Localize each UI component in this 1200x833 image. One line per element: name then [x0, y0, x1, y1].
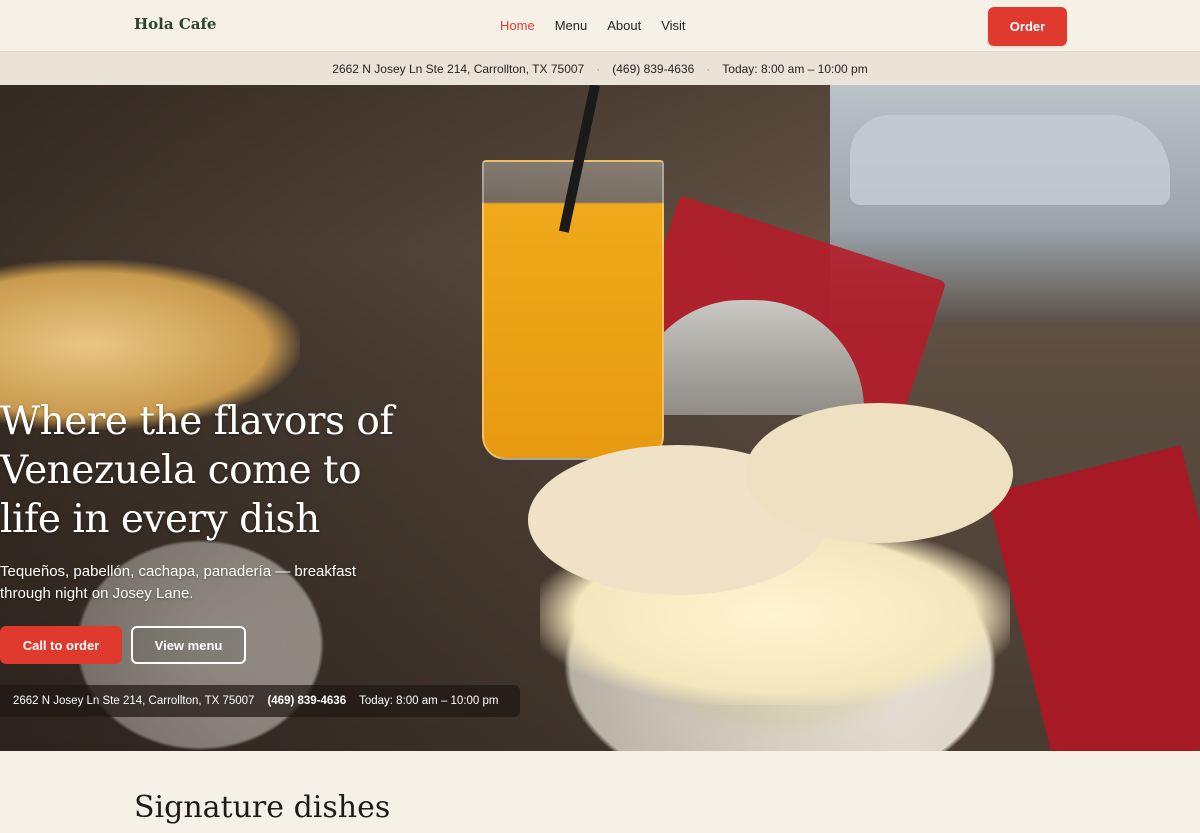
chip-phone[interactable]: (469) 839-4636	[267, 695, 346, 707]
info-address: 2662 N Josey Ln Ste 214, Carrollton, TX …	[332, 61, 585, 76]
chip-hours: Today: 8:00 am – 10:00 pm	[359, 695, 499, 707]
nav-home[interactable]: Home	[500, 18, 535, 33]
brand-logo[interactable]: Hola Cafe	[134, 15, 216, 33]
section-title: Signature dishes	[134, 790, 391, 825]
info-phone[interactable]: (469) 839-4636	[612, 62, 694, 76]
view-menu-button[interactable]: View menu	[131, 626, 246, 664]
hero-napkin-right	[986, 445, 1200, 751]
hero-content: Where the flavors of Venezuela come to l…	[0, 85, 600, 751]
nav-menu[interactable]: Menu	[555, 18, 588, 33]
info-bar: 2662 N Josey Ln Ste 214, Carrollton, TX …	[0, 52, 1200, 85]
hero-info-chip: 2662 N Josey Ln Ste 214, Carrollton, TX …	[0, 685, 520, 717]
info-separator: ·	[596, 61, 601, 76]
main-nav: Home Menu About Visit	[500, 18, 686, 33]
hero-title: Where the flavors of Venezuela come to l…	[0, 399, 394, 542]
order-button[interactable]: Order	[988, 7, 1067, 46]
chip-address: 2662 N Josey Ln Ste 214, Carrollton, TX …	[13, 695, 255, 707]
site-header: Hola Cafe Home Menu About Visit Order	[0, 0, 1200, 52]
nav-about[interactable]: About	[607, 18, 641, 33]
hero-arepa	[745, 403, 1013, 543]
info-hours: Today: 8:00 am – 10:00 pm	[722, 61, 868, 76]
call-to-order-button[interactable]: Call to order	[0, 626, 122, 664]
hero-car	[850, 115, 1170, 205]
hero-subtitle: Tequeños, pabellón, cachapa, panadería —…	[0, 563, 357, 602]
hero-section: Where the flavors of Venezuela come to l…	[0, 85, 1200, 751]
nav-visit[interactable]: Visit	[661, 18, 685, 33]
info-separator: ·	[706, 61, 711, 76]
